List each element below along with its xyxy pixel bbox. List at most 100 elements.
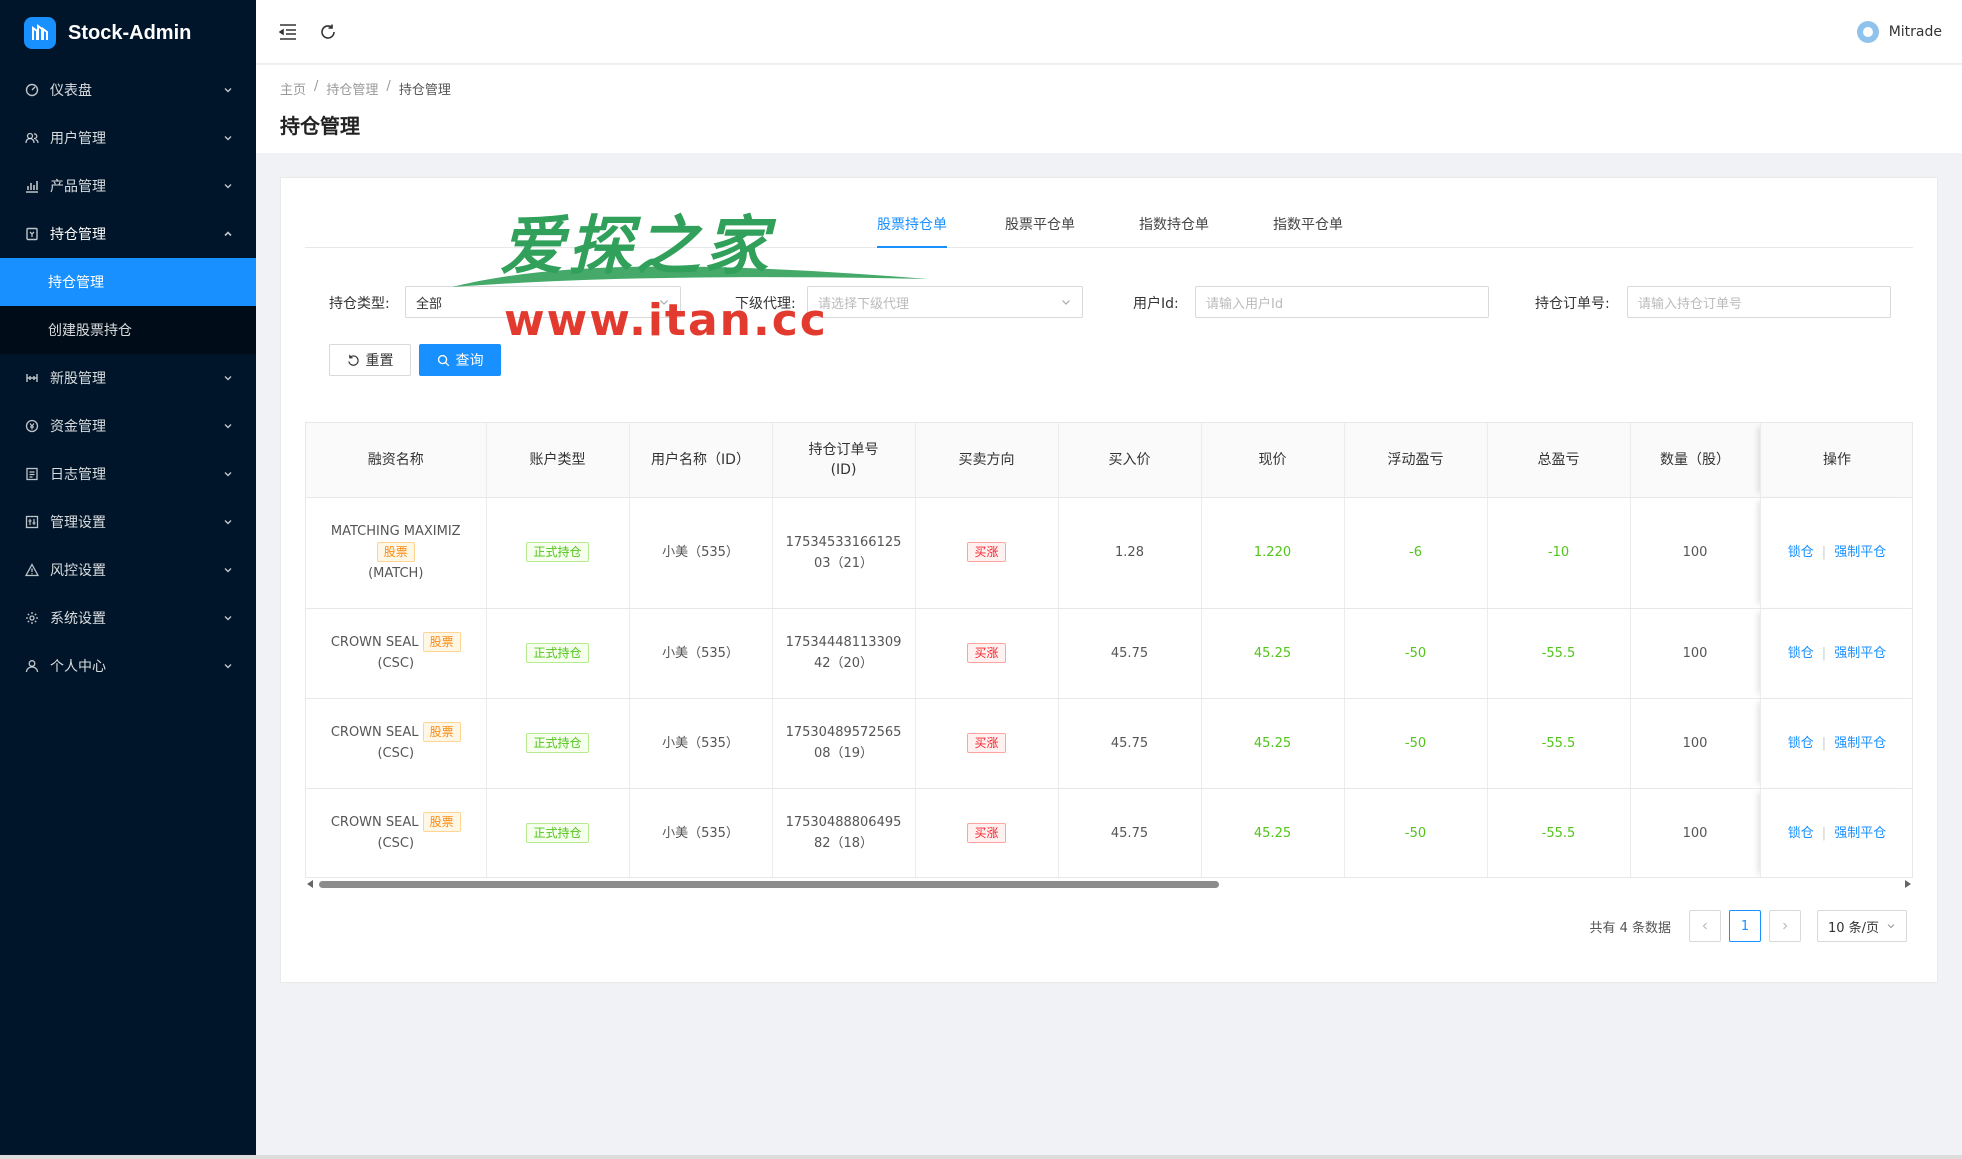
menu-item-risk-settings[interactable]: 风控设置 bbox=[0, 546, 256, 594]
order-no-placeholder: 请输入持仓订单号 bbox=[1638, 296, 1743, 312]
submenu-item-positions[interactable]: 持仓管理 bbox=[0, 258, 256, 306]
username: Mitrade bbox=[1888, 23, 1942, 40]
menu-item-label: 新股管理 bbox=[50, 371, 106, 387]
position-type-select[interactable]: 全部 bbox=[405, 286, 681, 318]
position-type-label: 持仓类型: bbox=[329, 296, 390, 312]
logo-icon bbox=[24, 17, 56, 49]
user-id-placeholder: 请输入用户Id bbox=[1206, 296, 1284, 312]
tab-index-closed[interactable]: 指数平仓单 bbox=[1273, 214, 1343, 246]
cell-direction: 买涨 bbox=[915, 608, 1059, 699]
scroll-right-icon[interactable] bbox=[1905, 880, 1911, 888]
agent-select[interactable]: 请选择下级代理 bbox=[807, 286, 1083, 318]
col-header-name: 融资名称 bbox=[306, 423, 487, 498]
cell-float-pnl: -6 bbox=[1344, 497, 1488, 609]
force-close-link[interactable]: 强制平仓 bbox=[1834, 545, 1886, 560]
cell-user: 小美（535） bbox=[629, 788, 773, 877]
order-no-input[interactable]: 请输入持仓订单号 bbox=[1627, 286, 1891, 318]
tab-index-positions[interactable]: 指数持仓单 bbox=[1139, 214, 1209, 246]
lock-position-link[interactable]: 锁仓 bbox=[1788, 826, 1814, 841]
chevron-down-icon bbox=[224, 664, 232, 669]
action-divider: | bbox=[1821, 545, 1827, 560]
pagination: 共有 4 条数据 1 10 条/页 bbox=[1589, 910, 1907, 942]
menu-item-products[interactable]: 产品管理 bbox=[0, 162, 256, 210]
chevron-down-icon bbox=[224, 520, 232, 525]
content-card: 股票持仓单 股票平仓单 指数持仓单 指数平仓单 持仓类型: 全部 下级代理: 请… bbox=[280, 177, 1938, 983]
tab-bar: 股票持仓单 股票平仓单 指数持仓单 指数平仓单 bbox=[305, 208, 1913, 248]
app-logo[interactable]: Stock-Admin bbox=[0, 0, 256, 66]
breadcrumb-home[interactable]: 主页 bbox=[280, 79, 306, 98]
table-header-row: 融资名称 账户类型 用户名称（ID） 持仓订单号 (ID) 买卖方向 买入价 现价… bbox=[306, 423, 1912, 498]
menu-item-dashboard[interactable]: 仪表盘 bbox=[0, 66, 256, 114]
tab-stock-positions[interactable]: 股票持仓单 bbox=[877, 214, 947, 248]
breadcrumb-separator: / bbox=[314, 79, 319, 94]
breadcrumb-section[interactable]: 持仓管理 bbox=[326, 79, 378, 98]
cell-actions: 锁仓 | 强制平仓 bbox=[1760, 497, 1912, 609]
col-header-account-type: 账户类型 bbox=[486, 423, 630, 498]
cell-actions: 锁仓 | 强制平仓 bbox=[1760, 608, 1912, 699]
menu-fold-icon[interactable] bbox=[276, 20, 300, 44]
menu-item-funds[interactable]: 资金管理 bbox=[0, 402, 256, 450]
force-close-link[interactable]: 强制平仓 bbox=[1834, 826, 1886, 841]
prev-page-button[interactable] bbox=[1689, 910, 1721, 942]
cell-account-type: 正式持仓 bbox=[486, 497, 630, 609]
direction-tag: 买涨 bbox=[967, 732, 1006, 753]
menu-item-label: 仪表盘 bbox=[50, 83, 92, 99]
menu-item-logs[interactable]: 日志管理 bbox=[0, 450, 256, 498]
stock-code: (CSC) bbox=[377, 836, 415, 851]
chevron-up-icon bbox=[224, 231, 232, 237]
refresh-icon[interactable] bbox=[316, 20, 340, 44]
scrollbar-thumb[interactable] bbox=[319, 881, 1219, 888]
submenu-item-create-position[interactable]: 创建股票持仓 bbox=[0, 306, 256, 354]
page-number-button[interactable]: 1 bbox=[1729, 910, 1761, 942]
menu-item-positions[interactable]: 持仓管理 bbox=[0, 210, 256, 258]
direction-tag: 买涨 bbox=[967, 822, 1006, 843]
force-close-link[interactable]: 强制平仓 bbox=[1834, 646, 1886, 661]
user-id-input[interactable]: 请输入用户Id bbox=[1195, 286, 1489, 318]
positions-table: 融资名称 账户类型 用户名称（ID） 持仓订单号 (ID) 买卖方向 买入价 现价… bbox=[305, 422, 1913, 878]
stock-tag: 股票 bbox=[422, 632, 461, 652]
cell-direction: 买涨 bbox=[915, 497, 1059, 609]
cell-direction: 买涨 bbox=[915, 698, 1059, 789]
stock-code: (CSC) bbox=[377, 746, 415, 761]
stock-code: (CSC) bbox=[377, 656, 415, 671]
dashboard-icon bbox=[24, 82, 40, 98]
menu-item-profile[interactable]: 个人中心 bbox=[0, 642, 256, 690]
cell-name: CROWN SEAL 股票 (CSC) bbox=[306, 698, 487, 789]
next-page-button[interactable] bbox=[1769, 910, 1801, 942]
cell-name: CROWN SEAL 股票 (CSC) bbox=[306, 608, 487, 699]
cell-float-pnl: -50 bbox=[1344, 788, 1488, 877]
positions-submenu: 持仓管理 创建股票持仓 bbox=[0, 258, 256, 354]
cell-buy-price: 45.75 bbox=[1058, 608, 1202, 699]
lock-position-link[interactable]: 锁仓 bbox=[1788, 545, 1814, 560]
warning-icon bbox=[24, 562, 40, 578]
chevron-down-icon bbox=[224, 136, 232, 141]
order-no-label: 持仓订单号: bbox=[1535, 296, 1610, 312]
menu-item-label: 日志管理 bbox=[50, 467, 106, 483]
chevron-down-icon bbox=[224, 88, 232, 93]
window-bottom-border bbox=[0, 1155, 1962, 1159]
stock-tag: 股票 bbox=[422, 722, 461, 742]
menu-item-ipo[interactable]: 新股管理 bbox=[0, 354, 256, 402]
action-divider: | bbox=[1821, 645, 1827, 661]
table-horizontal-scrollbar[interactable] bbox=[305, 878, 1913, 890]
menu-item-system-settings[interactable]: 系统设置 bbox=[0, 594, 256, 642]
user-menu[interactable]: Mitrade bbox=[1856, 20, 1942, 43]
scroll-left-icon[interactable] bbox=[307, 880, 313, 888]
query-button[interactable]: 查询 bbox=[419, 344, 501, 376]
force-close-link[interactable]: 强制平仓 bbox=[1834, 736, 1886, 751]
cell-user: 小美（535） bbox=[629, 698, 773, 789]
reset-button[interactable]: 重置 bbox=[329, 344, 411, 376]
menu-item-users[interactable]: 用户管理 bbox=[0, 114, 256, 162]
account-type-tag: 正式持仓 bbox=[526, 542, 589, 562]
col-header-user: 用户名称（ID） bbox=[629, 423, 773, 498]
col-header-order-no-line1: 持仓订单号 bbox=[808, 441, 879, 458]
page-size-select[interactable]: 10 条/页 bbox=[1817, 910, 1907, 942]
lock-position-link[interactable]: 锁仓 bbox=[1788, 736, 1814, 751]
top-header: Mitrade bbox=[256, 0, 1962, 64]
cell-quantity: 100 bbox=[1630, 698, 1761, 789]
account-type-tag: 正式持仓 bbox=[526, 732, 589, 753]
lock-position-link[interactable]: 锁仓 bbox=[1788, 646, 1814, 661]
tab-stock-closed[interactable]: 股票平仓单 bbox=[1005, 214, 1075, 246]
cell-order-no: 17530489572565 08（19） bbox=[772, 698, 916, 789]
menu-item-admin-settings[interactable]: 管理设置 bbox=[0, 498, 256, 546]
